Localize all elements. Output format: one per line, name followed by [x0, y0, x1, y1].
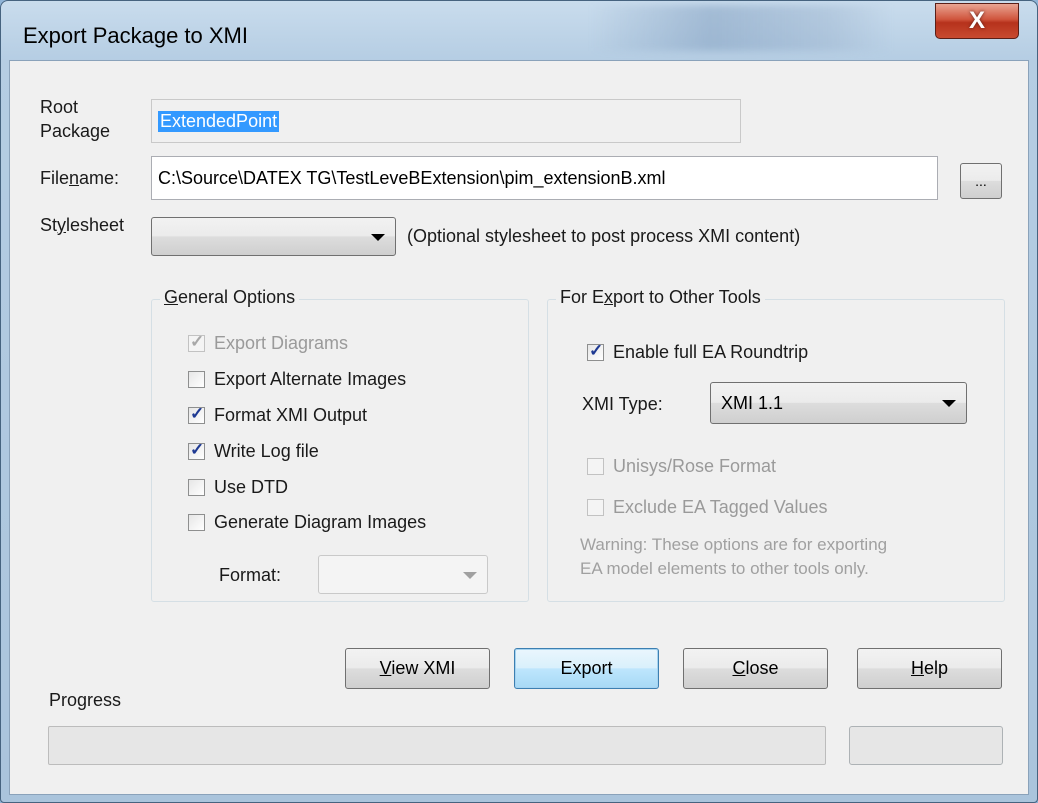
- checkbox-icon: [587, 458, 604, 475]
- warning-text: Warning: These options are for exporting…: [580, 535, 888, 578]
- checkbox-icon: [188, 440, 205, 460]
- stylesheet-select[interactable]: [151, 217, 396, 256]
- unisys-rose-format-checkbox[interactable]: Unisys/Rose Format: [587, 456, 776, 477]
- help-button[interactable]: Help: [857, 648, 1002, 689]
- filename-value: C:\Source\DATEX TG\TestLeveBExtension\pi…: [158, 167, 666, 188]
- root-package-field[interactable]: ExtendedPoint: [151, 99, 741, 143]
- xmi-type-select[interactable]: XMI 1.1: [710, 382, 967, 424]
- other-tools-title: For Export to Other Tools: [556, 287, 765, 308]
- dialog-client-area: Root Package ExtendedPoint Filename: C:\…: [9, 60, 1029, 795]
- export-button[interactable]: Export: [514, 648, 659, 689]
- write-log-file-checkbox[interactable]: Write Log file: [188, 440, 319, 462]
- checkbox-icon: [587, 499, 604, 516]
- format-label: Format:: [219, 565, 282, 585]
- filename-label: Filename:: [40, 168, 120, 188]
- stylesheet-label: Stylesheet: [40, 215, 125, 235]
- view-xmi-button[interactable]: View XMI: [345, 648, 490, 689]
- format-xmi-output-checkbox[interactable]: Format XMI Output: [188, 404, 367, 426]
- export-dialog-window: Export Package to XMI X Root Package Ext…: [0, 0, 1038, 803]
- close-button[interactable]: Close: [683, 648, 828, 689]
- general-options-title: General Options: [160, 287, 300, 308]
- enable-roundtrip-checkbox[interactable]: Enable full EA Roundtrip: [587, 341, 808, 363]
- chevron-down-icon: [371, 233, 385, 241]
- root-package-label: Root Package: [40, 97, 111, 141]
- window-title: Export Package to XMI: [23, 23, 248, 48]
- checkbox-icon: [188, 514, 205, 531]
- progress-bar: [48, 726, 826, 765]
- browse-button[interactable]: ...: [960, 163, 1002, 199]
- xmi-type-label: XMI Type:: [582, 394, 663, 414]
- stylesheet-hint: (Optional stylesheet to post process XMI…: [407, 226, 801, 246]
- title-bar[interactable]: Export Package to XMI X: [1, 1, 1037, 59]
- close-icon: X: [968, 7, 985, 34]
- chevron-down-icon: [942, 400, 956, 407]
- format-select[interactable]: [318, 555, 488, 594]
- ellipsis-icon: ...: [975, 173, 987, 189]
- cancel-progress-button: [849, 726, 1003, 765]
- checkbox-icon: [188, 371, 205, 388]
- progress-label: Progress: [49, 690, 122, 710]
- generate-diagram-images-checkbox[interactable]: Generate Diagram Images: [188, 512, 426, 533]
- use-dtd-checkbox[interactable]: Use DTD: [188, 477, 288, 498]
- title-bar-background-blur: [591, 5, 891, 51]
- filename-input[interactable]: C:\Source\DATEX TG\TestLeveBExtension\pi…: [151, 156, 938, 200]
- export-alternate-images-checkbox[interactable]: Export Alternate Images: [188, 369, 406, 390]
- root-package-value: ExtendedPoint: [158, 110, 280, 132]
- xmi-type-value: XMI 1.1: [721, 392, 784, 413]
- checkbox-icon: [188, 479, 205, 496]
- chevron-down-icon: [463, 571, 477, 579]
- window-close-button[interactable]: X: [935, 3, 1019, 39]
- checkbox-icon: [188, 404, 205, 424]
- checkbox-icon: [188, 332, 205, 352]
- exclude-tagged-values-checkbox[interactable]: Exclude EA Tagged Values: [587, 497, 828, 518]
- export-diagrams-checkbox[interactable]: Export Diagrams: [188, 332, 348, 354]
- checkbox-icon: [587, 341, 604, 361]
